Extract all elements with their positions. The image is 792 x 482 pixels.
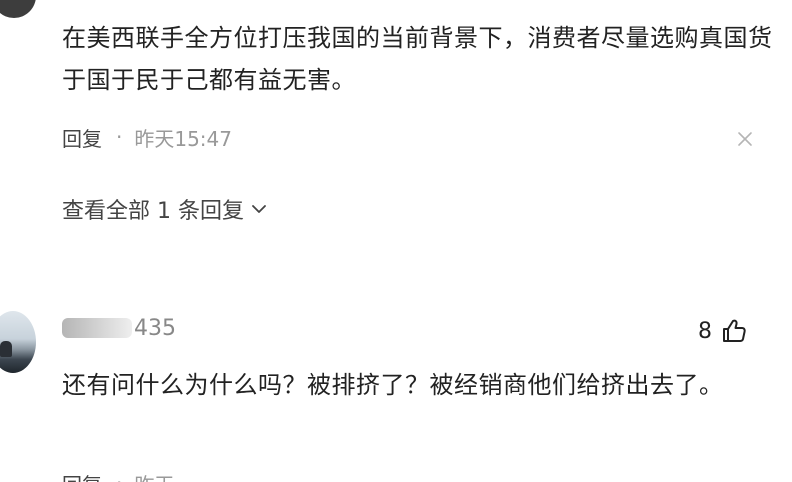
- comment-time: 昨天15:47: [134, 126, 232, 151]
- meta-separator: ·: [116, 125, 123, 149]
- meta-separator: ·: [116, 471, 122, 482]
- comment-time: 昨天: [134, 469, 174, 482]
- reply-button[interactable]: 回复: [62, 123, 102, 152]
- like-count: 8: [698, 318, 712, 344]
- avatar[interactable]: [0, 0, 36, 18]
- username-blurred: [62, 318, 132, 338]
- comment-text: 还有问什么为什么吗？被排挤了？被经销商他们给挤出去了。: [62, 371, 724, 399]
- chevron-down-icon: [252, 205, 266, 213]
- reply-button[interactable]: 回复: [62, 469, 102, 482]
- comment-meta: 回复 · 昨天: [62, 468, 174, 482]
- comment-meta: 回复 · 昨天15:47: [62, 122, 232, 152]
- comment-text: 在美西联手全方位打压我国的当前背景下，消费者尽量选购真国货于国于民于己都有益无害…: [62, 24, 773, 94]
- close-icon[interactable]: [736, 130, 754, 148]
- avatar[interactable]: [0, 311, 36, 373]
- like-button[interactable]: 8: [698, 316, 748, 346]
- username[interactable]: 435: [62, 311, 176, 345]
- view-all-replies-label: 查看全部 1 条回复: [62, 199, 244, 224]
- username-visible-tail: 435: [134, 315, 176, 341]
- view-all-replies-button[interactable]: 查看全部 1 条回复: [62, 194, 268, 224]
- thumbs-up-icon: [723, 319, 746, 342]
